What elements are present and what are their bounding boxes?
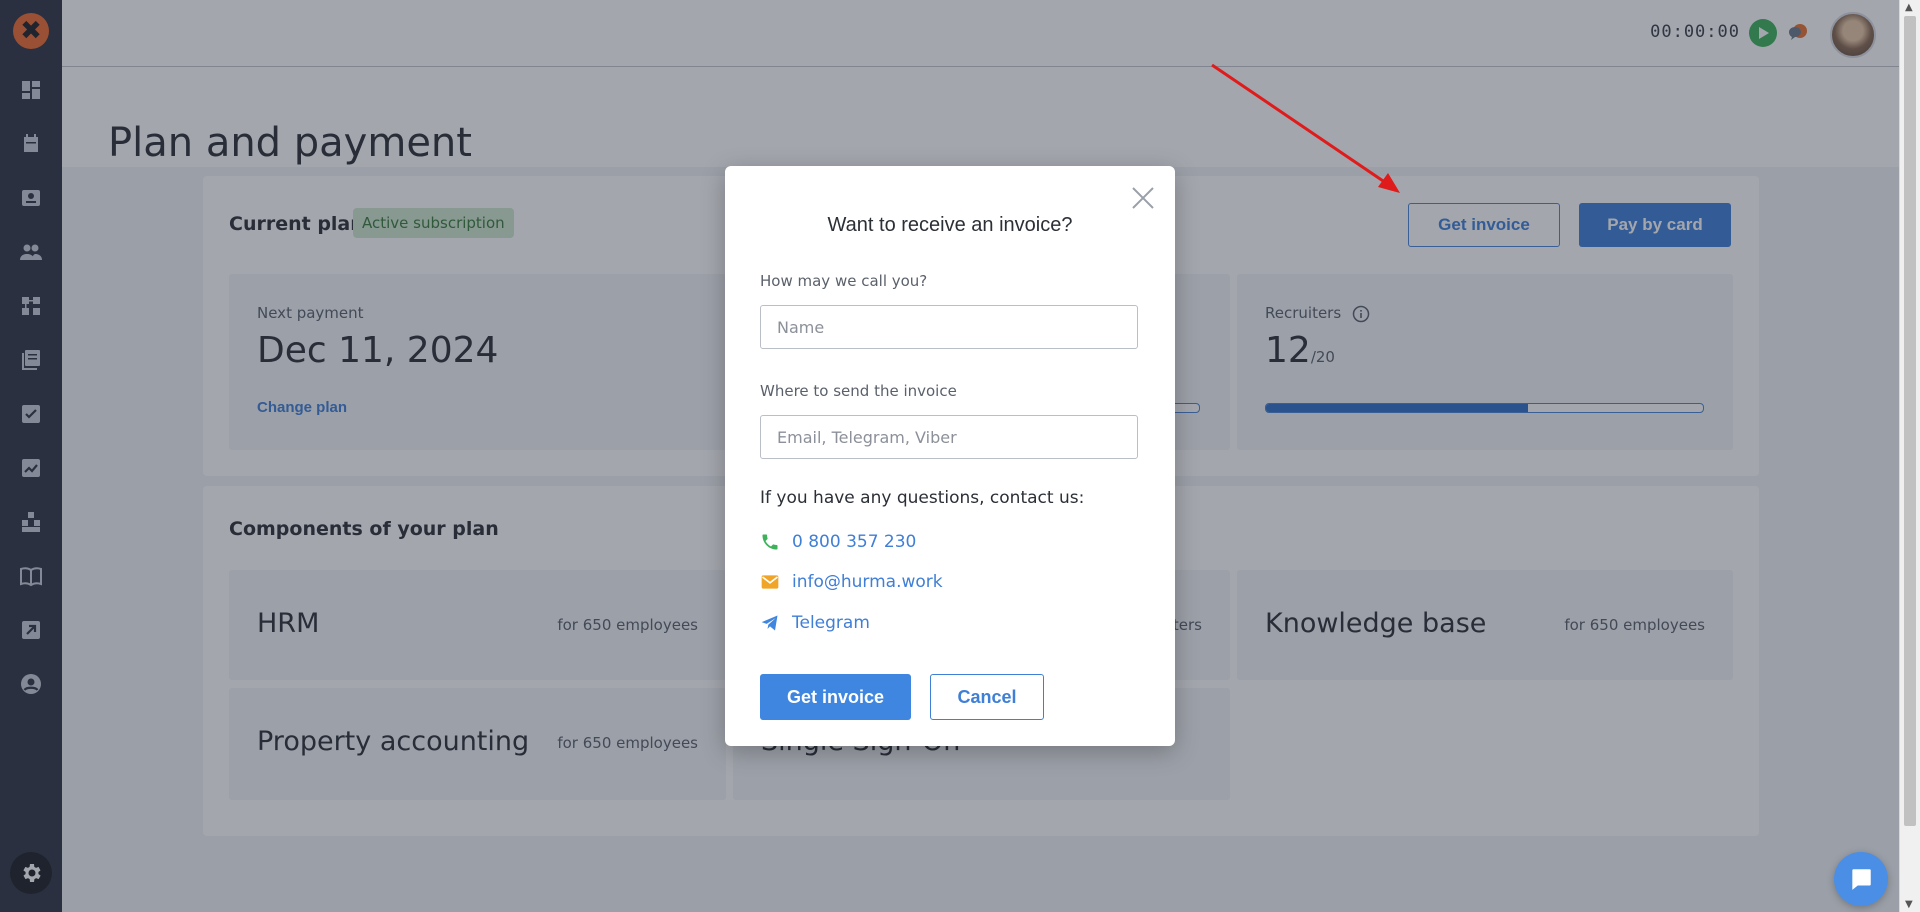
cancel-button[interactable]: Cancel bbox=[930, 674, 1044, 720]
mail-icon bbox=[761, 575, 779, 589]
scroll-down-icon[interactable]: ▼ bbox=[1905, 899, 1913, 910]
dialog-title: Want to receive an invoice? bbox=[827, 214, 1073, 236]
scroll-thumb[interactable] bbox=[1904, 16, 1916, 826]
contact-email[interactable]: info@hurma.work bbox=[760, 572, 943, 592]
invoice-dialog: Want to receive an invoice? How may we c… bbox=[725, 166, 1175, 746]
contact-phone[interactable]: 0 800 357 230 bbox=[760, 532, 916, 552]
telegram-link[interactable]: Telegram bbox=[792, 613, 870, 633]
email-link[interactable]: info@hurma.work bbox=[792, 572, 943, 592]
chat-icon bbox=[1852, 869, 1871, 890]
close-icon[interactable] bbox=[1131, 186, 1155, 210]
contact-telegram[interactable]: Telegram bbox=[760, 613, 870, 633]
submit-get-invoice-button[interactable]: Get invoice bbox=[760, 674, 911, 720]
support-chat-button[interactable] bbox=[1834, 852, 1888, 906]
contact-prompt: If you have any questions, contact us: bbox=[760, 488, 1085, 508]
annotation-arrow-icon bbox=[1211, 63, 1400, 193]
page-scrollbar[interactable]: ▲ ▼ bbox=[1899, 0, 1920, 912]
send-field-label: Where to send the invoice bbox=[760, 382, 957, 400]
name-field-label: How may we call you? bbox=[760, 272, 928, 290]
phone-icon bbox=[762, 534, 778, 550]
phone-link[interactable]: 0 800 357 230 bbox=[792, 532, 916, 552]
telegram-icon bbox=[761, 615, 778, 631]
name-input[interactable] bbox=[760, 305, 1138, 349]
invoice-destination-input[interactable] bbox=[760, 415, 1138, 459]
scroll-up-icon[interactable]: ▲ bbox=[1905, 2, 1913, 13]
